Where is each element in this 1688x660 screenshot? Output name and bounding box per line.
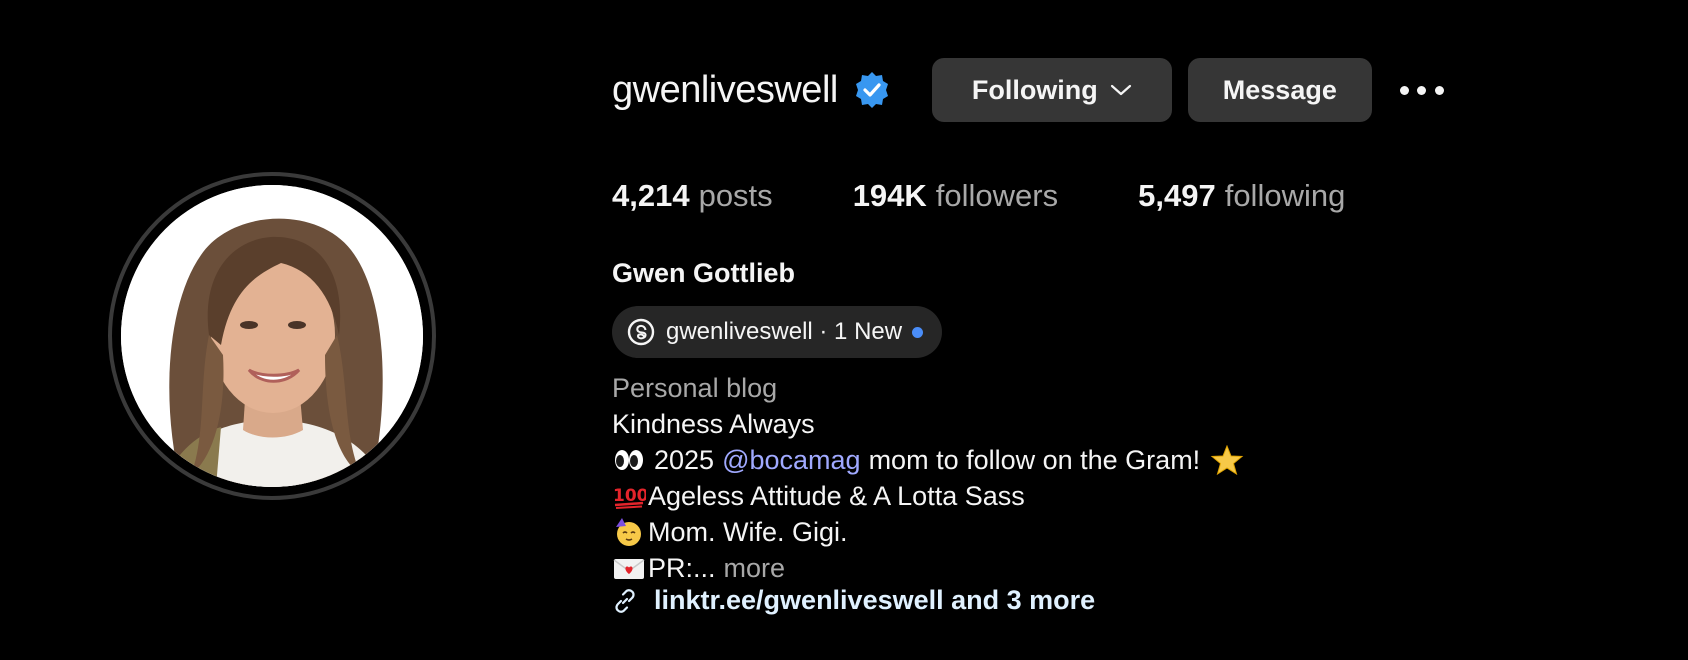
stat-label: followers (935, 178, 1059, 213)
eyes-emoji-icon (612, 445, 646, 475)
profile-header: gwenliveswell Following Message (612, 58, 1444, 122)
link-icon (615, 588, 635, 613)
message-button[interactable]: Message (1187, 58, 1372, 122)
profile-stats: 4,214 posts 194K followers 5,497 followi… (612, 178, 1345, 214)
party-face-emoji-icon (612, 517, 646, 547)
message-button-label: Message (1222, 74, 1337, 105)
full-name: Gwen Gottlieb (612, 258, 796, 288)
bio-text: PR:... (648, 553, 716, 583)
following-button-label: Following (971, 74, 1098, 105)
bio-text: Ageless Attitude & A Lotta Sass (648, 481, 1025, 511)
bio-more-link[interactable]: more (724, 550, 786, 586)
stat-label: following (1224, 178, 1346, 213)
star-emoji-icon (1210, 445, 1244, 475)
avatar[interactable] (121, 185, 423, 487)
bio-line: Mom. Wife. Gigi. (612, 514, 1246, 550)
new-indicator-dot (912, 326, 924, 338)
bio-text: Mom. Wife. Gigi. (648, 517, 848, 547)
more-options-icon[interactable] (1399, 84, 1444, 96)
stat-label: posts (698, 178, 773, 213)
threads-icon (627, 318, 655, 346)
stat-following[interactable]: 5,497 following (1138, 178, 1345, 214)
avatar-photo (121, 185, 423, 487)
bio-text: 2025 (654, 445, 715, 475)
bio-line: PR:... more (612, 550, 1246, 586)
stat-followers[interactable]: 194K followers (853, 178, 1058, 214)
username: gwenliveswell (612, 68, 838, 111)
bio-line: Kindness Always (612, 409, 815, 439)
love-letter-emoji-icon (612, 553, 646, 583)
avatar-ring[interactable] (108, 172, 436, 500)
stat-posts: 4,214 posts (612, 178, 773, 214)
mention-link[interactable]: @bocamag (722, 442, 860, 478)
external-link-text: linktr.ee/gwenliveswell and 3 more (654, 585, 1096, 615)
bio-category: Personal blog (612, 373, 778, 403)
verified-badge-icon (855, 72, 888, 108)
bio-line: 100 Ageless Attitude & A Lotta Sass (612, 478, 1246, 514)
chevron-down-icon (1110, 84, 1131, 96)
threads-label: gwenliveswell · 1 New (666, 318, 903, 345)
stat-value: 194K (852, 178, 927, 213)
bio: Personal blog Kindness Always 2025 @boca… (612, 370, 1246, 586)
hundred-points-emoji-icon: 100 (612, 481, 646, 511)
stat-value: 4,214 (612, 178, 690, 213)
bio-line: 2025 @bocamag mom to follow on the Gram! (612, 442, 1246, 478)
following-button[interactable]: Following (931, 58, 1172, 122)
threads-badge[interactable]: gwenliveswell · 1 New (612, 306, 942, 358)
external-link[interactable]: linktr.ee/gwenliveswell and 3 more (612, 585, 1095, 616)
bio-text: mom to follow on the Gram! (868, 445, 1201, 475)
stat-value: 5,497 (1138, 178, 1216, 213)
